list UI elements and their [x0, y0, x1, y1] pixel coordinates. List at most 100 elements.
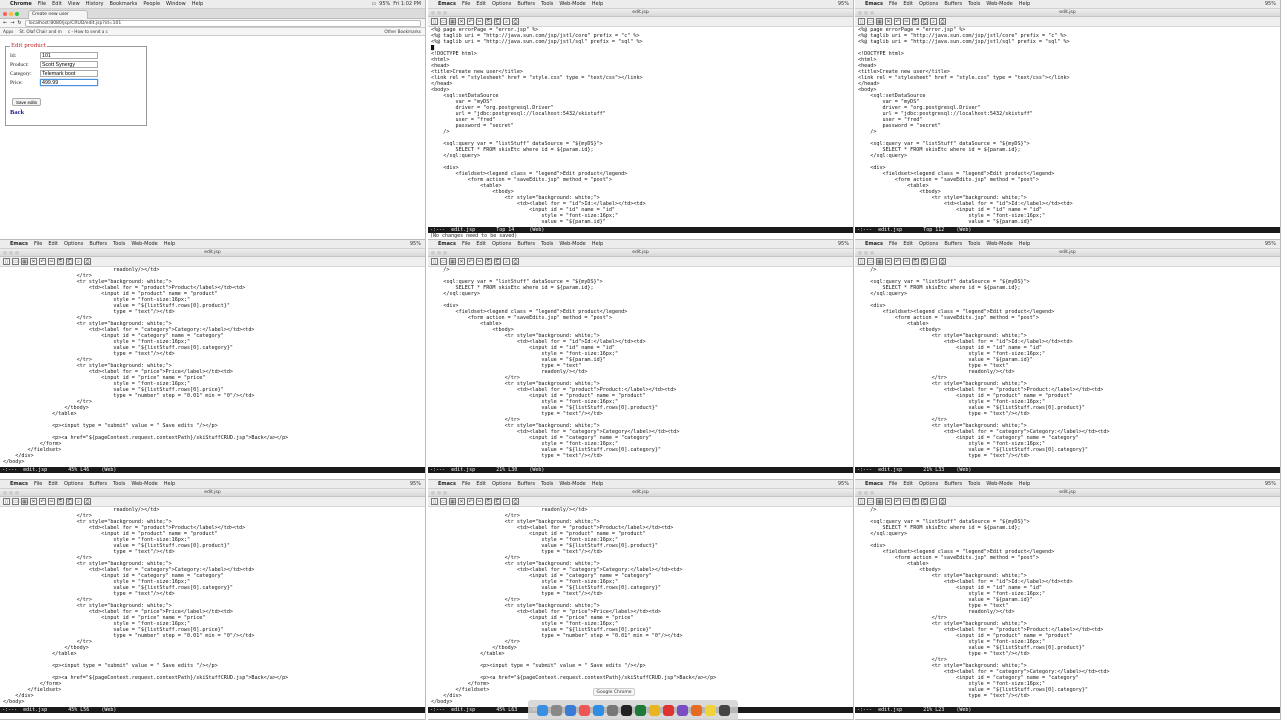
zoom-window-icon[interactable] — [443, 251, 447, 255]
save-icon[interactable]: ▦ — [21, 258, 28, 265]
menu-item[interactable]: Web-Mode — [131, 480, 157, 488]
close-window-icon[interactable] — [858, 491, 862, 495]
close-window-icon[interactable] — [431, 11, 435, 15]
save-icon[interactable]: ▦ — [449, 498, 456, 505]
menu-item[interactable]: File — [889, 480, 897, 488]
menu-item[interactable]: Edit — [48, 480, 58, 488]
menubar-app-name[interactable]: Emacs — [10, 240, 28, 248]
save-icon[interactable]: ▦ — [876, 258, 883, 265]
close-window-icon[interactable] — [858, 251, 862, 255]
save-icon[interactable]: ▦ — [876, 498, 883, 505]
code-buffer[interactable]: readonly/></td> </tr> <tr style="backgro… — [428, 507, 853, 706]
menu-help[interactable]: Help — [192, 0, 203, 8]
close-icon[interactable]: ✕ — [30, 498, 37, 505]
menu-history[interactable]: History — [86, 0, 104, 8]
copy-icon[interactable]: ⎘ — [912, 258, 919, 265]
menu-item[interactable]: Tools — [968, 240, 980, 248]
menu-item[interactable]: Web-Mode — [986, 0, 1012, 8]
print-icon[interactable]: ⎙ — [939, 258, 946, 265]
close-icon[interactable]: ✕ — [458, 18, 465, 25]
close-window-icon[interactable] — [858, 11, 862, 15]
minibuffer[interactable] — [0, 713, 425, 719]
close-icon[interactable]: ✕ — [885, 18, 892, 25]
print-icon[interactable]: ⎙ — [84, 258, 91, 265]
menu-item[interactable]: Help — [592, 240, 603, 248]
cut-icon[interactable]: ✂ — [476, 498, 483, 505]
terminal-icon[interactable] — [620, 704, 632, 716]
menu-item[interactable]: Web-Mode — [986, 240, 1012, 248]
paste-icon[interactable]: ⎗ — [494, 498, 501, 505]
menu-item[interactable]: Edit — [48, 240, 58, 248]
new-file-icon[interactable]: ▯ — [431, 258, 438, 265]
menu-item[interactable]: Tools — [968, 0, 980, 8]
menu-item[interactable]: File — [34, 240, 42, 248]
close-icon[interactable]: ✕ — [458, 498, 465, 505]
menu-item[interactable]: Tools — [113, 240, 125, 248]
minibuffer[interactable] — [855, 233, 1280, 239]
menu-window[interactable]: Window — [166, 0, 186, 8]
close-window-icon[interactable] — [3, 251, 7, 255]
print-icon[interactable]: ⎙ — [512, 498, 519, 505]
other-bookmarks[interactable]: Other Bookmarks — [384, 28, 425, 35]
zoom-window-icon[interactable] — [15, 251, 19, 255]
calendar-icon[interactable] — [578, 704, 590, 716]
minimize-window-icon[interactable] — [9, 12, 13, 16]
stickies-icon[interactable] — [704, 704, 716, 716]
close-icon[interactable]: ✕ — [885, 258, 892, 265]
code-buffer[interactable]: <%@ page errorPage = "error.jsp" %> <%@ t… — [855, 27, 1280, 226]
new-file-icon[interactable]: ▯ — [858, 258, 865, 265]
paste-icon[interactable]: ⎗ — [921, 18, 928, 25]
emacs-icon[interactable] — [676, 704, 688, 716]
paste-icon[interactable]: ⎗ — [494, 258, 501, 265]
open-folder-icon[interactable]: ▭ — [440, 498, 447, 505]
excel-icon[interactable] — [634, 704, 646, 716]
minimize-window-icon[interactable] — [437, 251, 441, 255]
minimize-window-icon[interactable] — [864, 491, 868, 495]
print-icon[interactable]: ⎙ — [512, 258, 519, 265]
menu-item[interactable]: Buffers — [944, 240, 962, 248]
minimize-window-icon[interactable] — [9, 491, 13, 495]
copy-icon[interactable]: ⎘ — [485, 498, 492, 505]
close-window-icon[interactable] — [431, 491, 435, 495]
menu-item[interactable]: File — [462, 240, 470, 248]
chrome-icon[interactable] — [648, 704, 660, 716]
open-folder-icon[interactable]: ▭ — [440, 258, 447, 265]
menu-item[interactable]: Help — [592, 480, 603, 488]
copy-icon[interactable]: ⎘ — [485, 258, 492, 265]
print-icon[interactable]: ⎙ — [939, 18, 946, 25]
open-folder-icon[interactable]: ▭ — [12, 498, 19, 505]
search-icon[interactable]: ⌕ — [503, 498, 510, 505]
undo-icon[interactable]: ↶ — [467, 498, 474, 505]
menu-item[interactable]: Help — [1019, 240, 1030, 248]
menu-item[interactable]: Options — [919, 0, 938, 8]
menubar-app-name[interactable]: Emacs — [10, 480, 28, 488]
firefox-icon[interactable] — [690, 704, 702, 716]
copy-icon[interactable]: ⎘ — [57, 258, 64, 265]
search-icon[interactable]: ⌕ — [930, 18, 937, 25]
clock[interactable]: Fri 1:02 PM — [393, 0, 421, 8]
menubar-app-name[interactable]: Emacs — [865, 0, 883, 8]
print-icon[interactable]: ⎙ — [84, 498, 91, 505]
open-folder-icon[interactable]: ▭ — [867, 18, 874, 25]
new-file-icon[interactable]: ▯ — [858, 498, 865, 505]
search-icon[interactable]: ⌕ — [75, 498, 82, 505]
close-window-icon[interactable] — [431, 251, 435, 255]
menu-item[interactable]: Options — [492, 480, 511, 488]
menu-item[interactable]: File — [462, 0, 470, 8]
zoom-window-icon[interactable] — [870, 491, 874, 495]
search-icon[interactable]: ⌕ — [930, 258, 937, 265]
menu-item[interactable]: Web-Mode — [131, 240, 157, 248]
menu-item[interactable]: Edit — [903, 240, 913, 248]
appstore-icon[interactable] — [592, 704, 604, 716]
save-icon[interactable]: ▦ — [21, 498, 28, 505]
minimize-window-icon[interactable] — [437, 11, 441, 15]
save-edits-button[interactable]: Save edits — [12, 98, 42, 106]
menu-item[interactable]: Help — [592, 0, 603, 8]
menu-item[interactable]: Buffers — [517, 0, 535, 8]
menubar-app-name[interactable]: Emacs — [438, 0, 456, 8]
menu-item[interactable]: Web-Mode — [986, 480, 1012, 488]
menubar-app-name[interactable]: Chrome — [10, 0, 32, 8]
search-icon[interactable]: ⌕ — [503, 18, 510, 25]
undo-icon[interactable]: ↶ — [894, 18, 901, 25]
minimize-window-icon[interactable] — [864, 11, 868, 15]
